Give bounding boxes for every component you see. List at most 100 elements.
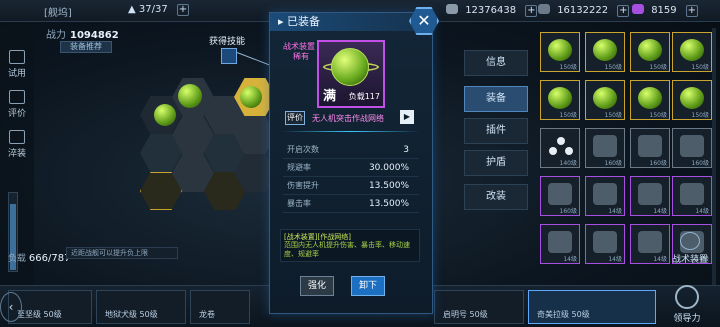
weapon-module-icon [548, 183, 572, 205]
slot-level: 14级 [563, 256, 577, 263]
left-sidebar: 试用 评价 淬装 [0, 22, 34, 327]
tab-equipment[interactable]: 装备 [464, 86, 528, 112]
gem-icon [632, 4, 644, 14]
rate-icon [9, 90, 25, 104]
rate-button[interactable]: 评价 [285, 111, 305, 125]
divider [282, 131, 420, 132]
slot-level: 14级 [695, 208, 709, 215]
trial-icon [9, 50, 25, 64]
slot-level: 150级 [559, 64, 577, 71]
slot-level: 150级 [649, 112, 667, 119]
equipment-slot[interactable]: 150级 [672, 32, 712, 72]
equipment-slot[interactable]: 14级 [540, 224, 580, 264]
slot-level: 160级 [604, 160, 622, 167]
slot-level: 14级 [608, 208, 622, 215]
ship-card[interactable]: 启明号 50级 [434, 290, 524, 324]
equipment-slot[interactable]: 150级 [630, 32, 670, 72]
equipment-slot[interactable]: 150级 [585, 80, 625, 120]
load-display: 负载 666/787 [8, 253, 71, 264]
weapon-module-icon [638, 183, 662, 205]
full-level-label: 满 [323, 89, 337, 104]
weapon-module-icon [638, 231, 662, 253]
add-gem-button[interactable]: + [685, 5, 698, 17]
equipment-slot[interactable]: 160级 [585, 128, 625, 168]
weapon-module-icon [593, 183, 617, 205]
rate-nav-button[interactable]: 评价 [4, 90, 30, 119]
equipment-slot[interactable]: 150级 [630, 80, 670, 120]
weapon-module-icon [680, 135, 704, 157]
ship-card-selected[interactable]: 奇美拉级 50级 [528, 290, 656, 324]
equipment-slot[interactable]: 150级 [585, 32, 625, 72]
play-icon: ▶ [403, 112, 411, 121]
orb-module-icon [680, 87, 704, 109]
add-metal-button[interactable]: + [525, 5, 538, 17]
add-fleet-button[interactable]: + [176, 4, 189, 16]
ship-card[interactable]: 地狱犬级 50级 [96, 290, 186, 324]
equipment-slot[interactable]: 160级 [540, 176, 580, 216]
load-hint: 近距战舰可以提升负上限 [66, 247, 178, 259]
strengthen-button[interactable]: 强化 [300, 276, 334, 296]
ship-card[interactable]: 龙卷 [190, 290, 250, 324]
equipment-slot[interactable]: 14级 [672, 176, 712, 216]
slot-level: 150级 [604, 112, 622, 119]
orb-module-icon [548, 87, 572, 109]
orb-module-icon [680, 39, 704, 61]
fleet-count: ▲ 37/37 + [128, 4, 189, 16]
slot-level: 140级 [559, 160, 577, 167]
modal-title: ▸ 已装备 [270, 13, 432, 31]
stat-list: 开启次数 3 规避率 30.000% 伤害提升 13.500% 暴击率 13.500% [283, 141, 419, 213]
power-display: 战力 1094862 [46, 30, 119, 41]
orb-module-icon [638, 87, 662, 109]
equipment-slot[interactable]: 160级 [672, 128, 712, 168]
equipment-slot[interactable]: 14级 [630, 176, 670, 216]
resource-1: 12376438 + [446, 4, 538, 17]
refine-button[interactable]: 淬装 [4, 130, 30, 159]
equipment-description: [战术装置][作战网络] 范围内无人机提升伤害、暴击率、移动速度、规避率 [280, 229, 420, 262]
slot-level: 14级 [608, 256, 622, 263]
slot-level: 14级 [653, 208, 667, 215]
weapon-module-icon [680, 183, 704, 205]
refine-icon [9, 130, 25, 144]
tactic-device-button[interactable]: 战术装置 [664, 232, 716, 265]
tab-plugin[interactable]: 插件 [464, 118, 528, 144]
trial-button[interactable]: 试用 [4, 50, 30, 79]
close-icon: ✕ [417, 11, 431, 30]
orb-module-icon [548, 39, 572, 61]
equipment-slot[interactable]: 140级 [540, 128, 580, 168]
tab-shield[interactable]: 护盾 [464, 150, 528, 176]
equipment-slot[interactable]: 150级 [540, 80, 580, 120]
slot-level: 150级 [691, 64, 709, 71]
equipment-slot[interactable]: 14级 [585, 176, 625, 216]
equipment-slot[interactable]: 150级 [540, 32, 580, 72]
stat-row: 规避率 30.000% [283, 159, 419, 177]
ship-strip-left-arrow[interactable]: ‹ [0, 292, 22, 322]
orb-module-icon [638, 39, 662, 61]
equipment-card: 满 负载117 [317, 40, 385, 108]
equipment-slot[interactable]: 14级 [585, 224, 625, 264]
equipped-orb [154, 104, 176, 126]
slot-level: 160级 [649, 160, 667, 167]
play-preview-button[interactable]: ▶ [400, 110, 414, 124]
unequip-button[interactable]: 卸下 [351, 276, 385, 296]
slot-level: 150级 [649, 64, 667, 71]
metal-icon [446, 4, 458, 14]
equipment-recommend-button[interactable]: 装备推荐 [60, 41, 112, 53]
equipment-slot[interactable]: 160级 [630, 128, 670, 168]
equipped-orb [178, 84, 202, 108]
resource-2: 16132222 + [538, 4, 630, 17]
add-crystal-button[interactable]: + [617, 5, 630, 17]
weapon-module-icon [548, 231, 572, 253]
equipped-orb [240, 86, 262, 108]
slot-level: 160级 [559, 208, 577, 215]
leadership-icon [675, 285, 699, 309]
leadership-button[interactable]: 领导力 [662, 281, 712, 324]
equipment-slot[interactable]: 150级 [672, 80, 712, 120]
rocket-icon: ▲ [128, 4, 136, 15]
skill-label: 获得技能 [209, 37, 246, 47]
slot-level: 150级 [559, 112, 577, 119]
tab-modify[interactable]: 改装 [464, 184, 528, 210]
weapon-module-icon [638, 135, 662, 157]
tab-info[interactable]: 信息 [464, 50, 528, 76]
title-arrow-icon: ▸ [278, 15, 284, 28]
skill-snowflake-icon[interactable] [221, 48, 237, 64]
